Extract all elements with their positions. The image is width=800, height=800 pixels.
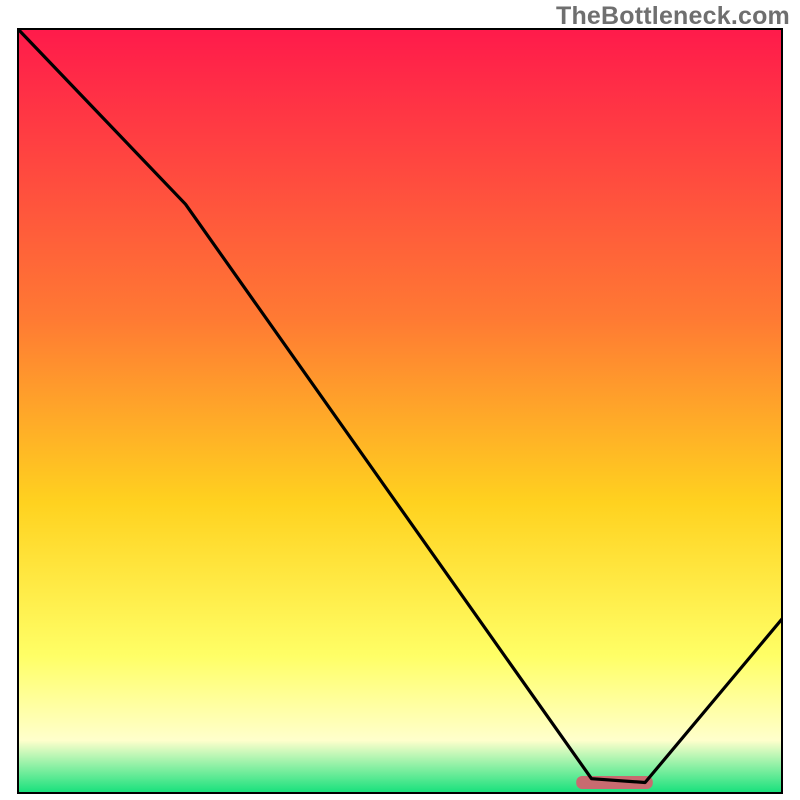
chart-container: TheBottleneck.com — [0, 0, 800, 800]
gradient-background — [17, 28, 783, 794]
watermark-text: TheBottleneck.com — [556, 2, 790, 31]
plot-area — [17, 28, 783, 794]
chart-svg — [17, 28, 783, 794]
